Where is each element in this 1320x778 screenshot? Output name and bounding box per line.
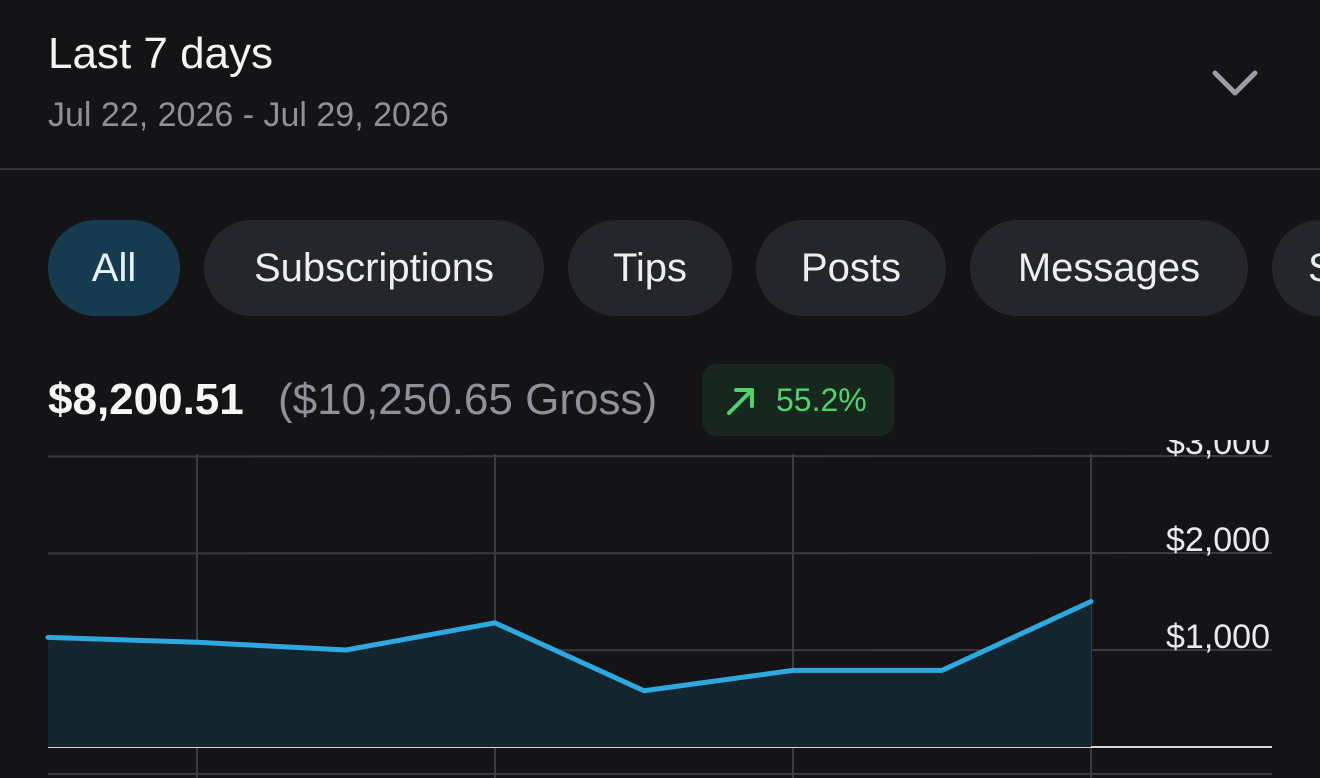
filter-chip-posts[interactable]: Posts [756, 220, 946, 316]
period-date-range: Jul 22, 2026 - Jul 29, 2026 [48, 96, 449, 134]
trend-up-arrow-icon [727, 388, 754, 415]
earnings-screen: Last 7 days Jul 22, 2026 - Jul 29, 2026 … [0, 0, 1320, 778]
y-tick-label: $3,000 [1166, 440, 1270, 462]
y-tick-label: $2,000 [1166, 521, 1270, 559]
filter-chip-messages[interactable]: Messages [970, 220, 1248, 316]
earnings-area [48, 601, 1091, 747]
period-title: Last 7 days [48, 29, 274, 78]
net-earnings: $8,200.51 [48, 375, 244, 424]
grid-line-horizontal [47, 552, 1273, 555]
filter-chip-partial[interactable]: S [1272, 220, 1320, 316]
chevron-down-icon[interactable] [1206, 60, 1264, 106]
y-tick-label: $1,000 [1166, 618, 1270, 656]
change-badge: 55.2% [702, 364, 894, 436]
earnings-chart: $1,000 $2,000 $3,000 [45, 440, 1273, 778]
grid-line-horizontal [47, 455, 1273, 458]
category-filter-bar: All Subscriptions Tips Posts Messages S [48, 220, 1320, 316]
filter-chip-subscriptions[interactable]: Subscriptions [204, 220, 544, 316]
filter-chip-all[interactable]: All [48, 220, 180, 316]
gross-earnings: ($10,250.65 Gross) [278, 375, 658, 424]
chart-y-axis: $1,000 $2,000 $3,000 [1166, 440, 1270, 656]
earnings-summary: $8,200.51 ($10,250.65 Gross) 55.2% [48, 364, 1148, 436]
change-percent: 55.2% [776, 382, 867, 418]
filter-chip-tips[interactable]: Tips [568, 220, 732, 316]
period-selector[interactable]: Last 7 days Jul 22, 2026 - Jul 29, 2026 [0, 0, 1320, 170]
header-divider [0, 168, 1320, 170]
